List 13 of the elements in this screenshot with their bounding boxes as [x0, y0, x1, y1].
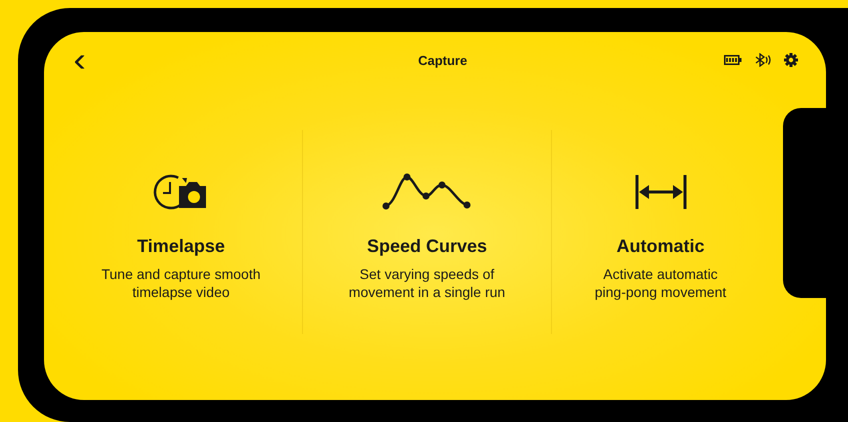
width-arrows-icon: [634, 175, 686, 209]
back-button[interactable]: ‹: [66, 43, 92, 77]
feature-description: Activate automatic ping-pong movement: [594, 265, 726, 301]
feature-description: Tune and capture smooth timelapse video: [101, 265, 261, 301]
feature-title: Timelapse: [137, 236, 225, 257]
feature-title: Automatic: [616, 236, 704, 257]
curve-graph-icon: [382, 173, 472, 211]
bluetooth-icon: [755, 53, 771, 67]
feature-description: Set varying speeds of movement in a single run: [348, 265, 506, 301]
screen-title: Capture: [417, 52, 468, 68]
settings-icon[interactable]: [784, 53, 798, 67]
battery-icon: [724, 55, 742, 65]
feature-title: Speed Curves: [366, 236, 488, 257]
